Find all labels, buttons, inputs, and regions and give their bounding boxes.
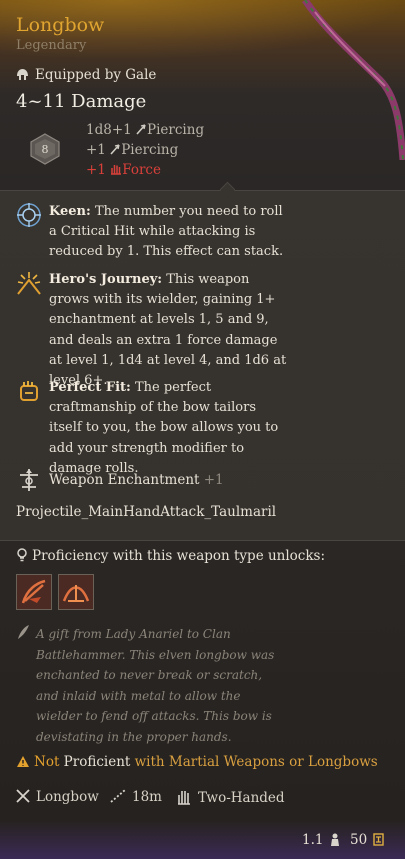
divider [0,190,405,191]
heros-journey-icon [16,270,42,296]
item-tooltip: Longbow Legendary Equipped by Gale 4~11 … [0,0,405,859]
warning-rest: with Martial Weapons or Longbows [134,754,378,770]
proficiency-warning: Not Proficient with Martial Weapons or L… [16,754,378,770]
damage-line: 1d8+1 Piercing [86,122,204,138]
proficiency-heading: Proficiency with this weapon type unlock… [16,548,325,564]
weight-value: 1.1 [302,832,324,848]
damage-line-force: +1 Force [86,162,161,178]
enchantment-label: Weapon Enchantment [49,472,200,488]
projectile-id: Projectile_MainHandAttack_Taulmaril [16,504,277,520]
passive-perfect-fit: Perfect Fit: The perfect craftmanship of… [49,378,289,479]
range-label: 18m [132,789,162,805]
lightbulb-icon [16,548,28,562]
damage-value: +1 [86,142,106,158]
damage-total: 4~11 Damage [16,91,147,112]
passive-name: Perfect Fit: [49,380,131,395]
equipped-by: Equipped by Gale [16,67,156,83]
item-rarity: Legendary [16,38,87,53]
item-value: 50 [350,832,385,848]
divider [0,540,405,541]
weapon-enchantment: Weapon Enchantment +1 [49,472,224,488]
damage-type: Piercing [121,142,179,158]
weapon-type-label: Longbow [36,789,99,805]
weight-icon [330,833,340,846]
arrow-icon [136,123,147,135]
flavor-text: A gift from Lady Anariel to Clan Battleh… [36,627,275,744]
perfect-fit-icon [16,378,42,404]
damage-type: Force [122,162,161,178]
helmet-icon [16,67,30,83]
enchantment-icon [16,467,42,493]
force-hand-icon [110,163,122,175]
warning-proficient: Proficient [63,754,131,770]
warning-not: Not [34,754,60,770]
enchantment-value: +1 [203,472,224,488]
action-icon [59,575,93,609]
crossed-swords-icon [16,789,30,803]
proficiency-label: Proficiency with this weapon type unlock… [32,548,326,564]
passive-heros-journey: Hero's Journey: This weapon grows with i… [49,270,289,391]
divider-notch [219,181,236,198]
passive-name: Hero's Journey: [49,272,163,287]
damage-value: 1d8+1 [86,122,132,138]
passive-text: This weapon grows with its wielder, gain… [49,272,287,389]
item-name: Longbow [16,14,105,36]
die-label: 8 [42,143,49,156]
stat-range: 18m [110,789,162,805]
range-icon [110,789,126,803]
handedness-label: Two-Handed [198,790,285,806]
gold-value: 50 [350,832,368,848]
keen-icon [16,202,42,228]
stat-weapon-type: Longbow [16,789,99,805]
bow-art-icon [302,0,405,160]
proficiency-action-button[interactable] [16,574,52,610]
action-icon [17,575,51,609]
damage-type: Piercing [147,122,205,138]
quill-icon [16,624,30,640]
stat-handedness: Two-Handed [176,789,285,806]
arrow-icon [110,143,121,155]
item-weight: 1.1 [302,832,340,848]
passive-keen: Keen: The number you need to roll a Crit… [49,202,289,263]
d8-die-icon: 8 [30,133,60,165]
gold-icon [373,833,385,846]
equipped-by-text: Equipped by Gale [35,67,157,83]
damage-value: +1 [86,162,106,178]
two-hand-icon [176,789,192,805]
damage-line: +1 Piercing [86,142,178,158]
proficiency-action-button[interactable] [58,574,94,610]
warning-icon [16,755,30,768]
passive-name: Keen: [49,204,91,219]
